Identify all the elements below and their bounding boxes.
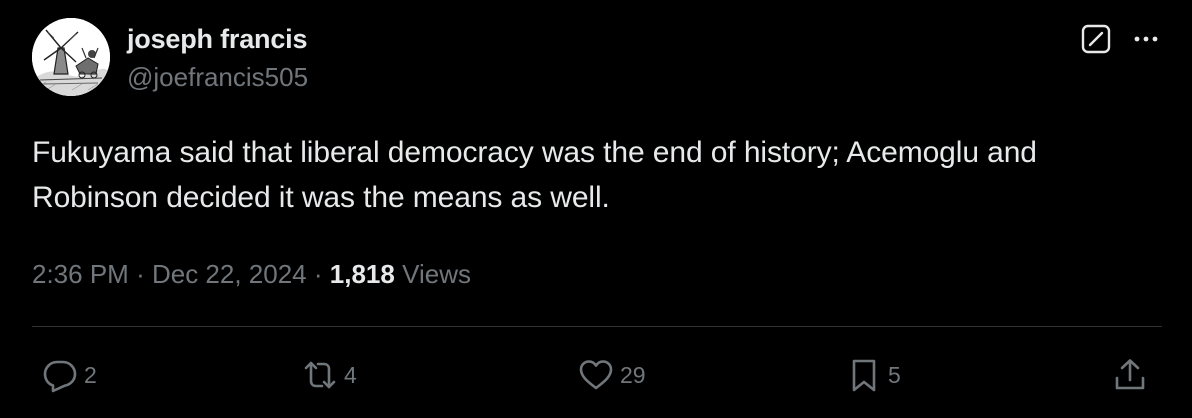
author-handle[interactable]: @joefrancis505 (127, 61, 308, 93)
repost-icon (304, 361, 336, 389)
bookmark-button[interactable]: 5 (846, 356, 901, 394)
views-label: Views (402, 259, 471, 289)
tweet-text: Fukuyama said that liberal democracy was… (32, 136, 1037, 214)
windmill-sketch-avatar-icon (32, 18, 110, 96)
bookmark-count: 5 (888, 361, 901, 388)
like-button[interactable]: 29 (578, 356, 646, 394)
reply-button[interactable]: 2 (42, 356, 97, 394)
author-display-name[interactable]: joseph francis (127, 22, 308, 56)
avatar[interactable] (32, 18, 110, 96)
share-button[interactable] (1112, 356, 1148, 394)
meta-separator: · (313, 259, 323, 289)
like-count: 29 (620, 361, 646, 388)
reply-count: 2 (84, 361, 97, 388)
meta-separator: · (136, 259, 145, 289)
tweet-card: joseph francis @joefrancis505 Fukuyama s… (0, 0, 1192, 418)
views-count: 1,818 (329, 259, 395, 289)
divider (32, 326, 1162, 327)
repost-button[interactable]: 4 (302, 356, 357, 394)
share-icon (1115, 359, 1145, 390)
grok-icon[interactable] (1080, 23, 1112, 55)
tweet-date[interactable]: Dec 22, 2024 (152, 259, 307, 289)
tweet-time[interactable]: 2:36 PM (32, 259, 129, 289)
author-block: joseph francis @joefrancis505 (127, 22, 308, 93)
top-actions (1080, 23, 1162, 55)
reply-icon (43, 360, 77, 393)
tweet-meta: 2:36 PM · Dec 22, 2024 · 1,818 Views (32, 256, 471, 292)
repost-count: 4 (344, 361, 357, 388)
bookmark-icon (852, 359, 876, 392)
more-icon[interactable] (1130, 23, 1162, 55)
heart-icon (579, 360, 613, 390)
